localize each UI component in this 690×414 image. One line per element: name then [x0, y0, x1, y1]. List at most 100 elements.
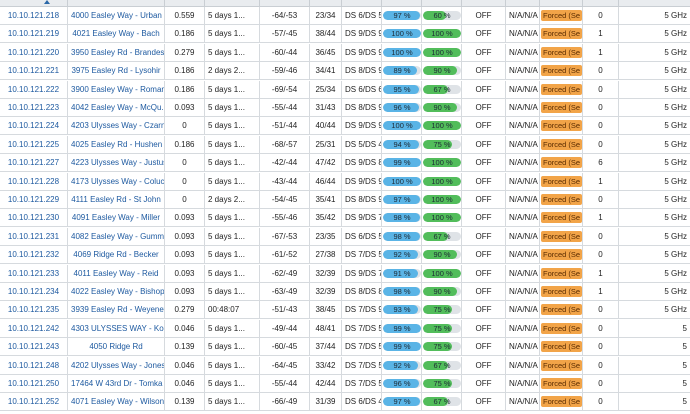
- device-name-link[interactable]: 4022 Easley Way - Bishop: [68, 283, 165, 301]
- device-name-link[interactable]: 3975 Easley Rd - Lysohir: [68, 62, 165, 81]
- table-row[interactable]: 10.10.121.220 3950 Easley Rd - Brandess 0.…: [0, 43, 690, 62]
- device-name-link[interactable]: 17464 W 43rd Dr - Tomka: [68, 375, 165, 393]
- ip-link[interactable]: 10.10.121.231: [0, 227, 68, 246]
- ip-link[interactable]: 10.10.121.229: [0, 191, 68, 209]
- ip-link[interactable]: 10.10.121.243: [0, 338, 68, 357]
- header-na[interactable]: [506, 0, 540, 6]
- ip-link[interactable]: 10.10.121.221: [0, 62, 68, 81]
- table-row[interactable]: 10.10.121.243 4050 Ridge Rd 0.139 5 days 1.…: [0, 338, 690, 357]
- ip-link[interactable]: 10.10.121.220: [0, 43, 68, 62]
- table-row[interactable]: 10.10.121.232 4069 Ridge Rd - Becker 0.093…: [0, 246, 690, 265]
- table-row[interactable]: 10.10.121.233 4011 Easley Way - Reid 0.093…: [0, 264, 690, 283]
- device-name-link[interactable]: 4025 Easley Rd - Hushen: [68, 135, 165, 154]
- table-row[interactable]: 10.10.121.231 4082 Easley Way - Gummoe 0.0…: [0, 227, 690, 246]
- device-name-link[interactable]: 4082 Easley Way - Gummoe: [68, 227, 165, 246]
- header-ip[interactable]: [0, 0, 68, 6]
- device-name-link[interactable]: 3950 Easley Rd - Brandess: [68, 43, 165, 62]
- table-row[interactable]: 10.10.121.223 4042 Easley Way - McQu... 0.…: [0, 99, 690, 117]
- signal-cell: -60/-44: [260, 43, 310, 62]
- device-name-link[interactable]: 4091 Easley Way - Miller: [68, 209, 165, 228]
- ip-link[interactable]: 10.10.121.223: [0, 99, 68, 117]
- device-name-link[interactable]: 4202 Ulysses Way - Jones: [68, 356, 165, 375]
- table-row[interactable]: 10.10.121.229 4111 Easley Rd - St John 0 2 …: [0, 191, 690, 209]
- device-name-link[interactable]: 4071 Easley Way - Wilson: [68, 393, 165, 412]
- device-name-link[interactable]: 4303 ULYSSES WAY - Ko...: [68, 319, 165, 338]
- table-row[interactable]: 10.10.121.234 4022 Easley Way - Bishop 0.0…: [0, 283, 690, 301]
- table-row[interactable]: 10.10.121.242 4303 ULYSSES WAY - Ko... 0.0…: [0, 319, 690, 338]
- mode-badge: Forced (Se: [541, 46, 582, 58]
- count-cell: 0: [583, 80, 619, 99]
- ip-link[interactable]: 10.10.121.250: [0, 375, 68, 393]
- ip-link[interactable]: 10.10.121.233: [0, 264, 68, 283]
- table-row[interactable]: 10.10.121.224 4203 Ulysses Way - Czarn...…: [0, 117, 690, 136]
- table-row[interactable]: 10.10.121.228 4173 Ulysses Way - Colucci 0…: [0, 172, 690, 191]
- ip-link[interactable]: 10.10.121.219: [0, 25, 68, 44]
- table-row[interactable]: 10.10.121.248 4202 Ulysses Way - Jones 0.0…: [0, 356, 690, 375]
- device-name-link[interactable]: 4111 Easley Rd - St John: [68, 191, 165, 209]
- table-row[interactable]: 10.10.121.252 4071 Easley Way - Wilson 0.1…: [0, 393, 690, 412]
- mode-cell: Forced (Se: [540, 43, 583, 62]
- header-count[interactable]: [583, 0, 619, 6]
- header-mode[interactable]: [540, 0, 583, 6]
- header-uptime[interactable]: [205, 0, 260, 6]
- header-snr[interactable]: [310, 0, 342, 6]
- header-status[interactable]: [462, 0, 506, 6]
- count-cell: 0: [583, 246, 619, 265]
- ip-link[interactable]: 10.10.121.252: [0, 393, 68, 412]
- sort-ascending-icon[interactable]: [44, 0, 50, 4]
- progress-label: 75 %: [433, 305, 451, 315]
- device-name-link[interactable]: 4223 Ulysses Way - Justus: [68, 154, 165, 173]
- na-cell: N/A/N/A: [506, 7, 540, 25]
- table-row[interactable]: 10.10.121.218 4000 Easley Way - Urban 0.55…: [0, 7, 690, 25]
- ip-link[interactable]: 10.10.121.225: [0, 135, 68, 154]
- table-row[interactable]: 10.10.121.225 4025 Easley Rd - Hushen 0.18…: [0, 135, 690, 154]
- table-row[interactable]: 10.10.121.235 3939 Easley Rd - Weyeneth 0.…: [0, 301, 690, 320]
- ip-link[interactable]: 10.10.121.242: [0, 319, 68, 338]
- ip-link[interactable]: 10.10.121.227: [0, 154, 68, 173]
- mode-cell: Forced (Se: [540, 99, 583, 117]
- progress-track: 100 %: [383, 47, 421, 57]
- ip-link[interactable]: 10.10.121.228: [0, 172, 68, 191]
- ip-link[interactable]: 10.10.121.234: [0, 283, 68, 301]
- device-name-link[interactable]: 4173 Ulysses Way - Colucci: [68, 172, 165, 191]
- header-quality-2[interactable]: [422, 0, 462, 6]
- device-name-link[interactable]: 4203 Ulysses Way - Czarn...: [68, 117, 165, 136]
- header-name[interactable]: [68, 0, 165, 6]
- device-name-link[interactable]: 4011 Easley Way - Reid: [68, 264, 165, 283]
- ip-link[interactable]: 10.10.121.224: [0, 117, 68, 136]
- mode-badge: Forced (Se: [541, 83, 582, 95]
- header-frequency[interactable]: [619, 0, 690, 6]
- snr-cell: 35/42: [310, 209, 342, 228]
- progress-label: 67 %: [433, 231, 451, 241]
- device-name-link[interactable]: 3939 Easley Rd - Weyeneth: [68, 301, 165, 320]
- header-signal[interactable]: [260, 0, 310, 6]
- progress-label: 89 %: [393, 66, 411, 76]
- snr-cell: 33/42: [310, 356, 342, 375]
- table-row[interactable]: 10.10.121.230 4091 Easley Way - Miller 0.0…: [0, 209, 690, 228]
- device-name-link[interactable]: 4069 Ridge Rd - Becker: [68, 246, 165, 265]
- ip-link[interactable]: 10.10.121.222: [0, 80, 68, 99]
- device-name-link[interactable]: 3900 Easley Way - Roman: [68, 80, 165, 99]
- device-name-link[interactable]: 4042 Easley Way - McQu...: [68, 99, 165, 117]
- header-ratio[interactable]: [165, 0, 205, 6]
- device-name-link[interactable]: 4050 Ridge Rd: [68, 338, 165, 357]
- ratio-cell: 0.093: [165, 99, 205, 117]
- ip-link[interactable]: 10.10.121.235: [0, 301, 68, 320]
- quality-bar-1: 95 %: [382, 80, 422, 99]
- table-row[interactable]: 10.10.121.250 17464 W 43rd Dr - Tomka 0.04…: [0, 375, 690, 393]
- header-quality-1[interactable]: [382, 0, 422, 6]
- table-row[interactable]: 10.10.121.221 3975 Easley Rd - Lysohir 0.1…: [0, 62, 690, 81]
- signal-cell: -55/-46: [260, 209, 310, 228]
- ip-link[interactable]: 10.10.121.218: [0, 7, 68, 25]
- ip-link[interactable]: 10.10.121.230: [0, 209, 68, 228]
- header-ds[interactable]: [342, 0, 382, 6]
- quality-bar-2: 100 %: [422, 209, 462, 228]
- progress-label: 93 %: [393, 305, 411, 315]
- ip-link[interactable]: 10.10.121.232: [0, 246, 68, 265]
- device-name-link[interactable]: 4000 Easley Way - Urban: [68, 7, 165, 25]
- ip-link[interactable]: 10.10.121.248: [0, 356, 68, 375]
- device-name-link[interactable]: 4021 Easley Way - Bach: [68, 25, 165, 44]
- table-row[interactable]: 10.10.121.227 4223 Ulysses Way - Justus 0 5…: [0, 154, 690, 173]
- table-row[interactable]: 10.10.121.222 3900 Easley Way - Roman 0.18…: [0, 80, 690, 99]
- table-row[interactable]: 10.10.121.219 4021 Easley Way - Bach 0.186…: [0, 25, 690, 44]
